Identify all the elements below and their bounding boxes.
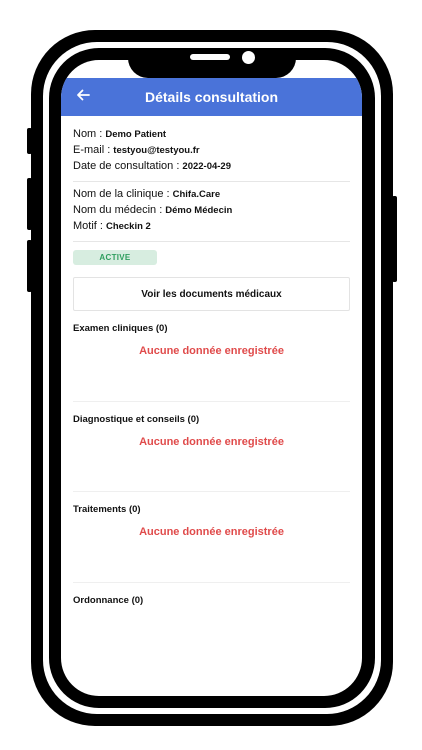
empty-state-message: Aucune donnée enregistrée	[139, 526, 284, 538]
empty-state-message: Aucune donnée enregistrée	[139, 345, 284, 357]
phone-speaker	[190, 54, 230, 60]
patient-name-label: Nom :	[73, 128, 103, 140]
arrow-left-icon[interactable]	[75, 87, 91, 103]
section-title: Diagnostique et conseils (0)	[73, 413, 200, 425]
divider	[73, 181, 350, 182]
phone-power-button	[392, 196, 397, 282]
patient-name-value: Demo Patient	[105, 129, 167, 140]
section-title: Traitements (0)	[73, 504, 141, 515]
clinic-name-value: Chifa.Care	[172, 189, 221, 200]
patient-email-row: E-mail : testyou@testyou.fr	[73, 144, 350, 160]
patient-email-label: E-mail :	[73, 144, 111, 156]
empty-state-message: Aucune donnée enregistrée	[139, 435, 284, 448]
phone-volume-up-button	[27, 178, 32, 230]
divider	[73, 241, 350, 242]
consultation-date-label: Date de consultation :	[73, 160, 180, 172]
consultation-details: Nom : Demo Patient E-mail : testyou@test…	[73, 128, 350, 672]
section-diagnosis-advice: Diagnostique et conseils (0) Aucune donn…	[73, 402, 350, 492]
section-treatments: Traitements (0) Aucune donnée enregistré…	[73, 492, 350, 583]
page-title: Détails consultation	[144, 89, 279, 105]
phone-volume-down-button	[27, 240, 32, 292]
section-clinical-exams: Examen cliniques (0) Aucune donnée enreg…	[73, 311, 350, 402]
doctor-name-row: Nom du médecin : Démo Médecin	[73, 204, 350, 220]
status-badge: ACTIVE	[73, 250, 157, 265]
phone-silent-switch	[27, 128, 32, 154]
reason-row: Motif : Checkin 2	[73, 220, 350, 236]
patient-info: Nom : Demo Patient E-mail : testyou@test…	[73, 128, 350, 176]
view-medical-documents-button[interactable]: Voir les documents médicaux	[73, 277, 350, 311]
clinic-name-label: Nom de la clinique :	[73, 188, 170, 200]
consultation-date-row: Date de consultation : 2022-04-29	[73, 160, 350, 176]
doctor-name-label: Nom du médecin :	[73, 204, 163, 216]
section-title: Examen cliniques (0)	[73, 323, 168, 334]
consultation-date-value: 2022-04-29	[182, 161, 232, 172]
app-screen: Détails consultation Nom : Demo Patient …	[61, 60, 362, 696]
phone-notch	[128, 48, 296, 78]
patient-email-value: testyou@testyou.fr	[113, 145, 200, 156]
reason-value: Checkin 2	[105, 221, 151, 232]
phone-camera	[242, 51, 255, 64]
app-bar: Détails consultation	[61, 78, 362, 116]
clinic-info: Nom de la clinique : Chifa.Care Nom du m…	[73, 188, 350, 236]
patient-name-row: Nom : Demo Patient	[73, 128, 350, 144]
reason-label: Motif :	[73, 220, 103, 232]
section-prescription: Ordonnance (0)	[73, 583, 350, 673]
doctor-name-value: Démo Médecin	[165, 205, 233, 216]
clinic-name-row: Nom de la clinique : Chifa.Care	[73, 188, 350, 204]
section-title: Ordonnance (0)	[73, 594, 144, 606]
